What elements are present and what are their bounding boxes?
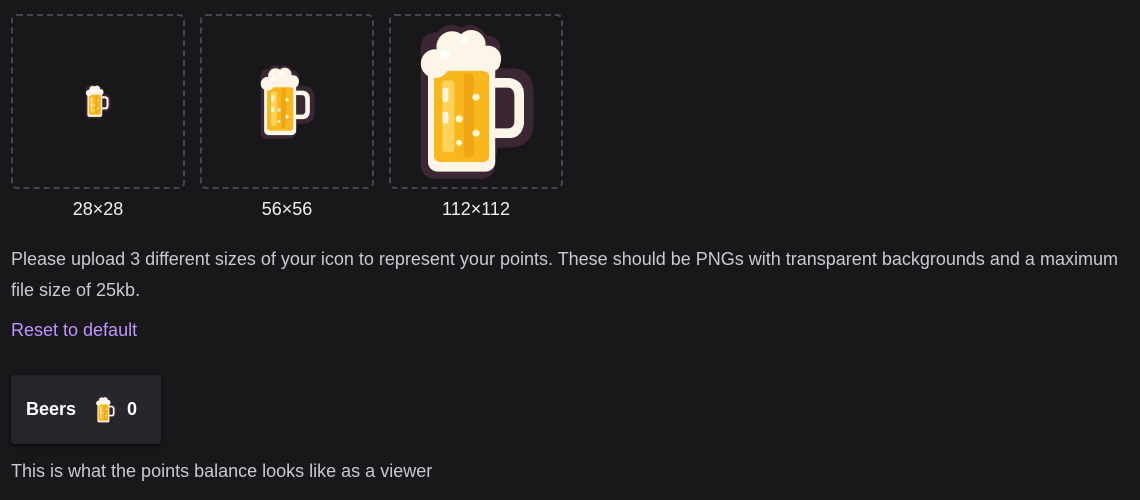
size-label: 56×56: [261, 199, 313, 219]
points-balance-preview: Beers 0: [11, 375, 161, 444]
beer-mug-icon: [93, 395, 119, 425]
upload-slot-small: 28×28: [11, 14, 185, 220]
points-balance-value: 0: [127, 399, 138, 419]
upload-dropzone-28[interactable]: [11, 14, 185, 189]
upload-slot-large: 112×112: [389, 14, 563, 220]
upload-help-text: Please upload 3 different sizes of your …: [11, 249, 1118, 300]
reset-to-default-link[interactable]: Reset to default: [11, 318, 137, 342]
size-label: 112×112: [442, 199, 510, 219]
upload-dropzone-56[interactable]: [200, 14, 374, 189]
preview-note: This is what the points balance looks li…: [11, 461, 433, 481]
icon-upload-row: 28×28 56×56 112×112: [11, 14, 578, 220]
beer-mug-icon: [80, 83, 116, 120]
points-name: Beers: [26, 399, 77, 419]
upload-slot-medium: 56×56: [200, 14, 374, 220]
channel-points-icon-settings: 28×28 56×56 112×112 Please upload 3 diff…: [0, 0, 1140, 500]
beer-mug-icon: [403, 18, 549, 186]
size-label: 28×28: [72, 199, 124, 219]
upload-dropzone-112[interactable]: [389, 14, 563, 189]
beer-mug-icon: [251, 62, 323, 142]
